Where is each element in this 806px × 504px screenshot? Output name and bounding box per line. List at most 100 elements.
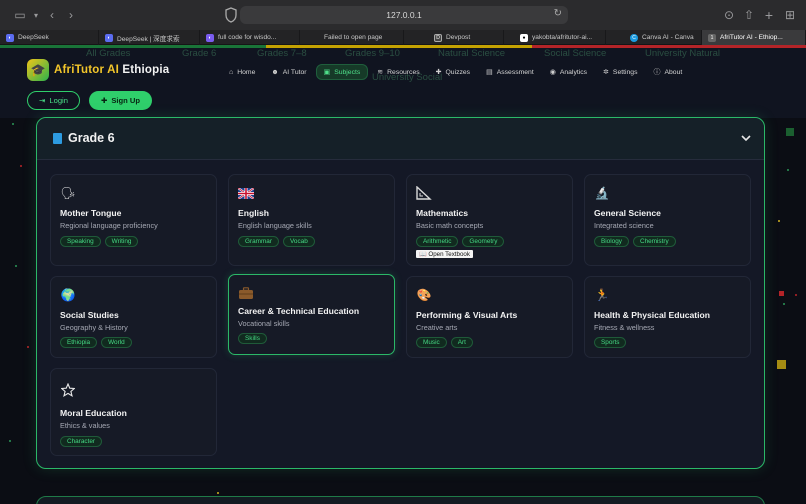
nav-quizzes[interactable]: ✚ Quizzes (429, 65, 477, 79)
deepseek-favicon-icon: ◐ (6, 33, 14, 42)
reload-icon[interactable]: ↻ (554, 8, 562, 19)
filter-ghost-university-natural: University Natural (645, 48, 720, 59)
filter-ghost-grade-6: Grade 6 (182, 48, 217, 59)
star-icon (60, 382, 76, 398)
tab-label: DeepSeek | 深度求索 (117, 35, 180, 43)
afritutor-favicon-icon: 1 (708, 33, 716, 42)
subject-tag[interactable]: Biology (594, 236, 629, 247)
subject-card-health-physical[interactable]: 🏃 Health & Physical Education Fitness & … (584, 276, 751, 358)
forward-icon[interactable]: › (62, 6, 80, 24)
github-favicon-icon: ● (520, 33, 528, 42)
tab-label: Devpost (446, 34, 471, 41)
browser-tab[interactable]: ◐ DeepSeek (0, 30, 99, 45)
browser-tab[interactable]: ◐ full code for wisdo... (200, 30, 300, 45)
subject-tag[interactable]: Writing (104, 236, 139, 247)
privacy-shield-icon[interactable] (224, 7, 238, 23)
browser-tab[interactable]: Failed to open page (300, 30, 404, 45)
site-header: All Grades Grade 6 Grades 7–8 Grades 9–1… (0, 48, 806, 118)
subject-title: Health & Physical Education (594, 310, 711, 320)
main-nav: ⌂ Home ☻ AI Tutor ▣ Subjects ≋ Resources ✚ Qu… (222, 64, 691, 80)
browser-tab[interactable]: ◐ DeepSeek | 深度求索 (99, 30, 200, 45)
subject-subtitle: Fitness & wellness (594, 323, 655, 332)
subject-tag[interactable]: Geometry (462, 236, 505, 247)
book-icon: ▣ (323, 69, 331, 76)
brand-logo[interactable]: 🎓 AfriTutor AI Ethiopia (27, 59, 169, 81)
briefcase-icon (238, 285, 254, 301)
browser-tab[interactable]: C Canva AI - Canva (606, 30, 702, 45)
subject-tag[interactable]: Arithmetic (416, 236, 459, 247)
subject-card-mother-tongue[interactable]: 🗣 Mother Tongue Regional language profic… (50, 174, 217, 266)
subject-subtitle: English language skills (238, 221, 312, 230)
browser-tab[interactable]: D Devpost (404, 30, 504, 45)
new-tab-icon[interactable]: + (760, 6, 778, 24)
subject-tag[interactable]: Vocab (282, 236, 315, 247)
nav-home[interactable]: ⌂ Home (222, 66, 262, 79)
subject-tag[interactable]: Music (416, 337, 447, 348)
subject-tag[interactable]: Speaking (60, 236, 101, 247)
running-icon: 🏃 (594, 288, 610, 302)
downloads-icon[interactable]: ⊙ (720, 6, 738, 24)
tab-label: Failed to open page (324, 34, 383, 41)
subject-tag[interactable]: Art (450, 337, 473, 348)
subject-tag[interactable]: Sports (594, 337, 627, 348)
grade-panel-header[interactable]: Grade 6 (37, 118, 764, 160)
login-icon: ⇥ (39, 96, 46, 105)
tab-label: AfriTutor AI - Ethiop... (720, 34, 783, 41)
tab-overview-icon[interactable]: ⊞ (781, 6, 799, 24)
subject-tag[interactable]: Ethiopia (60, 337, 98, 348)
filter-ghost-all-grades: All Grades (86, 48, 131, 59)
signup-button[interactable]: ✚ Sign Up (89, 91, 152, 110)
url-text: 127.0.0.1 (386, 10, 422, 20)
browser-toolbar: ▭ ▾ ‹ › 127.0.0.1 ↻ ⊙ ⇧ + ⊞ (0, 0, 806, 30)
open-textbook-link[interactable]: 📖 Open Textbook (416, 250, 473, 258)
subject-title: General Science (594, 208, 661, 218)
subject-tag[interactable]: Chemistry (632, 236, 676, 247)
subject-tag[interactable]: Skills (238, 333, 267, 344)
share-icon[interactable]: ⇧ (740, 6, 758, 24)
nav-resources[interactable]: ≋ Resources (370, 65, 426, 79)
subject-card-career-technical[interactable]: Career & Technical Education Vocational … (228, 274, 395, 355)
subject-tag[interactable]: World (101, 337, 132, 348)
back-icon[interactable]: ‹ (43, 6, 61, 24)
robot-icon: ☻ (271, 68, 279, 76)
subject-card-performing-visual-arts[interactable]: 🎨 Performing & Visual Arts Creative arts… (406, 276, 573, 358)
grade-panel: Grade 6 🗣 Mother Tongue Regional languag… (36, 117, 765, 469)
subject-title: Mother Tongue (60, 208, 122, 218)
next-grade-panel[interactable] (36, 496, 765, 504)
triangle-ruler-icon (416, 185, 432, 201)
nav-about[interactable]: ⓘ About (646, 64, 689, 80)
subject-card-mathematics[interactable]: Mathematics Basic math concepts Arithmet… (406, 174, 573, 266)
subject-title: Mathematics (416, 208, 469, 218)
subject-title: English (238, 208, 270, 218)
subject-tag[interactable]: Grammar (238, 236, 279, 247)
subject-title: Social Studies (60, 310, 119, 320)
login-button[interactable]: ⇥ Login (27, 91, 80, 110)
gear-icon: ✲ (603, 69, 609, 76)
subject-card-moral-education[interactable]: Moral Education Ethics & values Characte… (50, 368, 217, 456)
subject-subtitle: Integrated science (594, 221, 654, 230)
subject-card-social-studies[interactable]: 🌍 Social Studies Geography & History Eth… (50, 276, 217, 358)
nav-settings[interactable]: ✲ Settings (596, 65, 644, 79)
chart-icon: ▤ (486, 69, 493, 76)
subject-card-english[interactable]: English English language skills Grammar … (228, 174, 395, 266)
tab-label: DeepSeek (18, 34, 49, 41)
nav-assessment[interactable]: ▤ Assessment (479, 65, 541, 79)
browser-tab-active[interactable]: 1 AfriTutor AI - Ethiop... (702, 30, 806, 45)
deepseek-favicon-icon: ◐ (105, 33, 113, 42)
address-bar[interactable]: 127.0.0.1 ↻ (225, 6, 568, 24)
palette-icon: 🎨 (416, 288, 432, 302)
nav-subjects[interactable]: ▣ Subjects (315, 64, 369, 80)
globe-icon: 🌍 (60, 288, 76, 302)
devpost-favicon-icon: D (434, 33, 442, 42)
browser-tab[interactable]: ● yakobta/afritutor-ai... (504, 30, 606, 45)
graduation-cap-icon: 🎓 (27, 59, 49, 81)
chevron-down-icon[interactable] (740, 132, 752, 144)
nav-ai-tutor[interactable]: ☻ AI Tutor (264, 66, 313, 79)
subject-tag[interactable]: Character (60, 436, 103, 447)
subject-title: Moral Education (60, 408, 127, 418)
subject-title: Performing & Visual Arts (416, 310, 518, 320)
subject-card-general-science[interactable]: 🔬 General Science Integrated science Bio… (584, 174, 751, 266)
tab-label: yakobta/afritutor-ai... (532, 34, 593, 41)
book-icon (53, 133, 62, 144)
nav-analytics[interactable]: ◉ Analytics (543, 65, 594, 79)
